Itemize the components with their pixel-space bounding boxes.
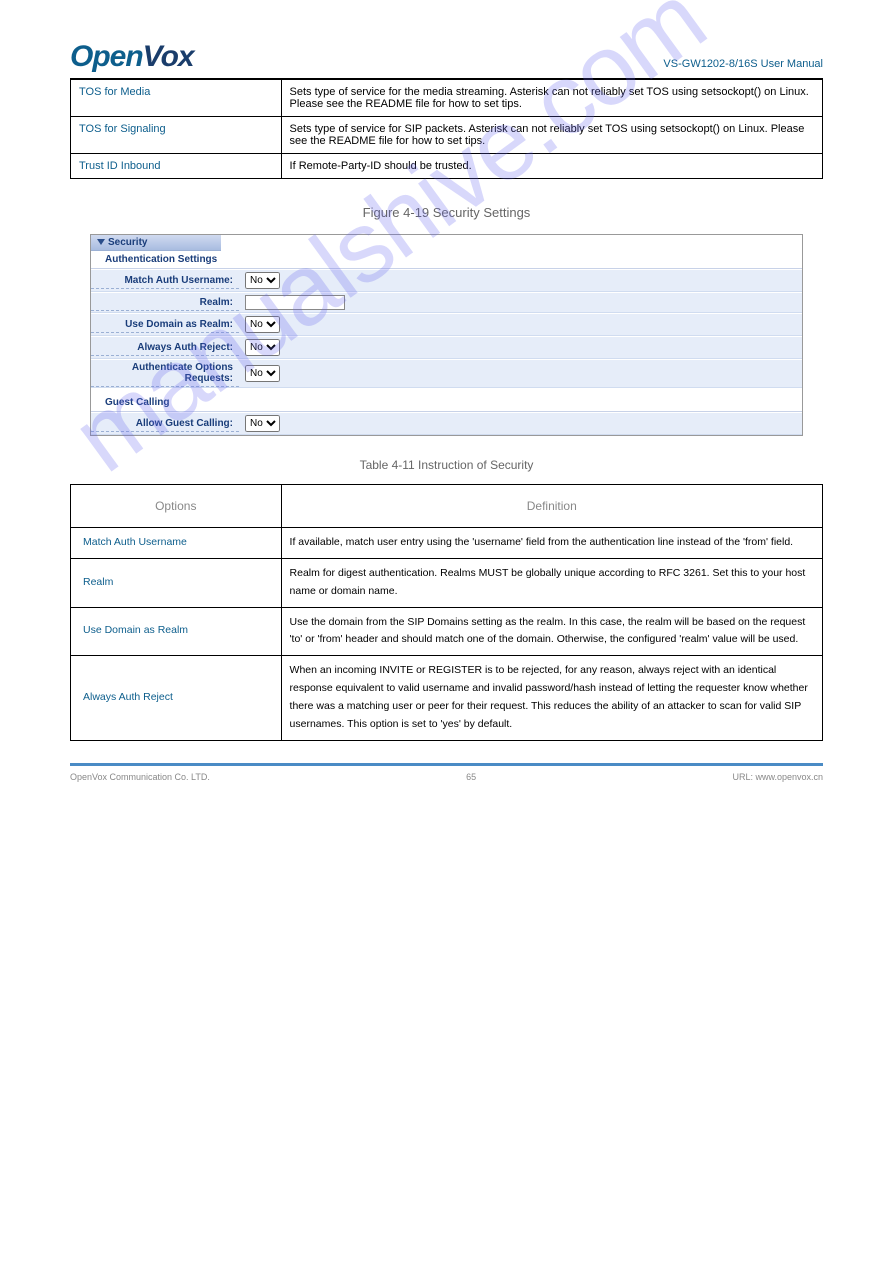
product-title: VS-GW1202-8/16S User Manual <box>663 58 823 74</box>
table-caption: Table 4-11 Instruction of Security <box>70 458 823 472</box>
realm-label: Realm: <box>91 295 239 311</box>
auth-options-requests-label: Authenticate Options Requests: <box>91 360 239 387</box>
setting-row: Authenticate Options Requests: No <box>91 359 802 388</box>
opt-cell: Match Auth Username <box>71 528 282 559</box>
opt-cell: Realm <box>71 558 282 607</box>
opt-cell: Trust ID Inbound <box>71 154 282 179</box>
options-table-1: TOS for Media Sets type of service for t… <box>70 79 823 179</box>
table-row: Use Domain as Realm Use the domain from … <box>71 607 823 656</box>
table-header-row: Options Definition <box>71 485 823 528</box>
def-cell: If Remote-Party-ID should be trusted. <box>281 154 822 179</box>
footer-url: URL: www.openvox.cn <box>732 772 823 782</box>
tab-label: Security <box>108 237 147 248</box>
def-cell: When an incoming INVITE or REGISTER is t… <box>281 656 822 740</box>
allow-guest-calling-select[interactable]: No <box>245 415 280 432</box>
security-settings-panel: Security Authentication Settings Match A… <box>90 234 803 436</box>
security-tab[interactable]: Security <box>91 235 221 251</box>
footer-company: OpenVox Communication Co. LTD. <box>70 772 210 782</box>
table-row: Realm Realm for digest authentication. R… <box>71 558 823 607</box>
figure-caption: Figure 4-19 Security Settings <box>70 205 823 220</box>
chevron-down-icon <box>97 239 105 245</box>
table-row: TOS for Signaling Sets type of service f… <box>71 117 823 154</box>
allow-guest-calling-label: Allow Guest Calling: <box>91 416 239 432</box>
def-cell: Use the domain from the SIP Domains sett… <box>281 607 822 656</box>
opt-cell: TOS for Signaling <box>71 117 282 154</box>
use-domain-realm-select[interactable]: No <box>245 316 280 333</box>
setting-row: Use Domain as Realm: No <box>91 313 802 336</box>
setting-row: Allow Guest Calling: No <box>91 412 802 435</box>
def-cell: If available, match user entry using the… <box>281 528 822 559</box>
use-domain-realm-label: Use Domain as Realm: <box>91 317 239 333</box>
table-row: Trust ID Inbound If Remote-Party-ID shou… <box>71 154 823 179</box>
opt-cell: Always Auth Reject <box>71 656 282 740</box>
def-cell: Sets type of service for SIP packets. As… <box>281 117 822 154</box>
always-auth-reject-label: Always Auth Reject: <box>91 340 239 356</box>
col-options: Options <box>71 485 282 528</box>
auth-settings-heading: Authentication Settings <box>91 251 802 269</box>
realm-input[interactable] <box>245 295 345 310</box>
def-cell: Realm for digest authentication. Realms … <box>281 558 822 607</box>
openvox-logo: OpenVox <box>70 40 194 74</box>
opt-cell: TOS for Media <box>71 80 282 117</box>
options-table-2: Options Definition Match Auth Username I… <box>70 484 823 741</box>
table-row: TOS for Media Sets type of service for t… <box>71 80 823 117</box>
def-cell: Sets type of service for the media strea… <box>281 80 822 117</box>
setting-row: Match Auth Username: No <box>91 269 802 292</box>
col-definition: Definition <box>281 485 822 528</box>
match-auth-username-label: Match Auth Username: <box>91 273 239 289</box>
opt-cell: Use Domain as Realm <box>71 607 282 656</box>
setting-row: Realm: <box>91 292 802 313</box>
guest-calling-heading: Guest Calling <box>91 394 802 412</box>
page-header: OpenVox VS-GW1202-8/16S User Manual <box>70 40 823 79</box>
table-row: Match Auth Username If available, match … <box>71 528 823 559</box>
page-footer: OpenVox Communication Co. LTD. 65 URL: w… <box>70 763 823 782</box>
auth-options-requests-select[interactable]: No <box>245 365 280 382</box>
logo-open: Open <box>70 40 143 73</box>
logo-vox: Vox <box>143 40 194 73</box>
match-auth-username-select[interactable]: No <box>245 272 280 289</box>
always-auth-reject-select[interactable]: No <box>245 339 280 356</box>
table-row: Always Auth Reject When an incoming INVI… <box>71 656 823 740</box>
setting-row: Always Auth Reject: No <box>91 336 802 359</box>
footer-page: 65 <box>466 772 476 782</box>
